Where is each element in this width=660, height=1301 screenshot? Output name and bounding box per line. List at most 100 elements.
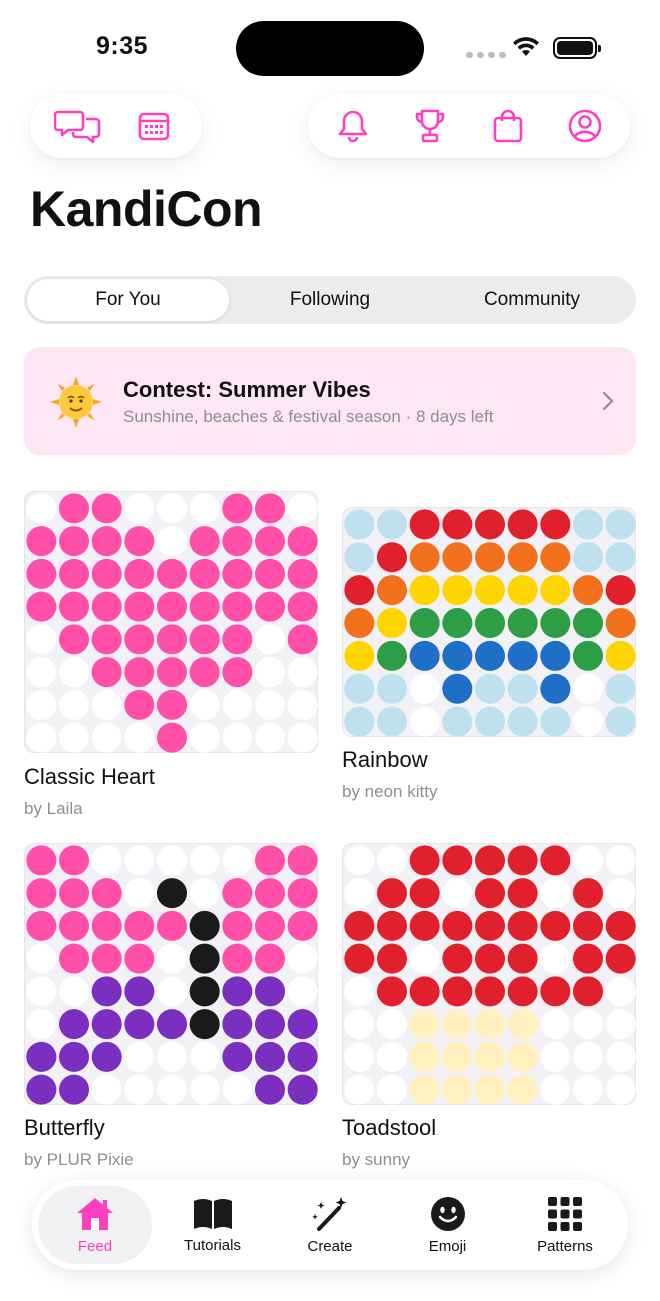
pattern-preview xyxy=(342,843,636,1105)
tab-create[interactable]: Create xyxy=(273,1186,387,1264)
shopping-bag-icon[interactable] xyxy=(482,100,534,152)
bead xyxy=(344,640,375,671)
calendar-icon[interactable] xyxy=(128,100,180,152)
contest-title: Contest: Summer Vibes xyxy=(123,377,371,402)
bead-grid xyxy=(26,845,318,1105)
bead xyxy=(26,943,57,974)
bead xyxy=(507,542,538,573)
tab-emoji[interactable]: Emoji xyxy=(391,1186,505,1264)
bead xyxy=(189,624,220,655)
bead xyxy=(572,509,604,540)
bead xyxy=(572,542,604,573)
bead xyxy=(344,878,375,909)
bead xyxy=(376,575,408,606)
pattern-card-toadstool[interactable]: Toadstool by sunny xyxy=(342,843,636,1173)
pattern-card-classic-heart[interactable]: Classic Heart by Laila xyxy=(24,491,318,821)
tab-for-you[interactable]: For You xyxy=(27,279,229,321)
bead xyxy=(189,1041,220,1072)
bead xyxy=(156,624,188,655)
pattern-card-butterfly[interactable]: Butterfly by PLUR Pixie xyxy=(24,843,318,1173)
bead xyxy=(540,910,571,941)
bead xyxy=(507,878,538,909)
trophy-icon[interactable] xyxy=(404,100,456,152)
bead xyxy=(222,526,253,557)
bead xyxy=(572,575,604,606)
bead xyxy=(124,689,155,720)
tab-label: Patterns xyxy=(537,1237,593,1255)
bead xyxy=(254,493,286,524)
bell-icon[interactable] xyxy=(327,100,379,152)
bead xyxy=(254,845,286,876)
pattern-preview xyxy=(24,491,318,753)
bead xyxy=(58,976,90,1007)
tab-community[interactable]: Community xyxy=(431,279,633,321)
bead xyxy=(409,509,440,540)
bead xyxy=(58,910,90,941)
bead xyxy=(409,640,440,671)
bead xyxy=(507,575,538,606)
bead xyxy=(605,1009,636,1040)
bead xyxy=(222,976,253,1007)
bead xyxy=(189,526,220,557)
bead xyxy=(254,910,286,941)
bead xyxy=(189,943,220,974)
tab-following[interactable]: Following xyxy=(229,279,431,321)
pattern-title: Classic Heart xyxy=(24,764,155,789)
bead xyxy=(91,657,122,688)
bead xyxy=(254,943,286,974)
bead xyxy=(222,689,253,720)
bead xyxy=(507,673,538,704)
bead xyxy=(376,706,408,737)
tab-patterns[interactable]: Patterns xyxy=(508,1186,622,1264)
bead xyxy=(344,943,375,974)
bead xyxy=(189,591,220,622)
bead xyxy=(540,673,571,704)
pattern-title: Rainbow xyxy=(342,747,428,772)
bead xyxy=(540,1074,571,1105)
bead xyxy=(605,640,636,671)
bead xyxy=(26,910,57,941)
profile-icon[interactable] xyxy=(559,100,611,152)
bead xyxy=(254,689,286,720)
bead xyxy=(222,1041,253,1072)
bead xyxy=(605,542,636,573)
bead xyxy=(124,624,155,655)
bead xyxy=(287,1041,318,1072)
bead xyxy=(605,845,636,876)
bead xyxy=(26,976,57,1007)
bead xyxy=(409,607,440,639)
bead xyxy=(287,1009,318,1040)
bead xyxy=(58,1041,90,1072)
bead xyxy=(124,493,155,524)
pattern-card-rainbow[interactable]: Rainbow by neon kitty xyxy=(342,507,636,807)
bead xyxy=(26,845,57,876)
book-icon xyxy=(193,1198,232,1229)
bead xyxy=(344,509,375,540)
tab-feed[interactable]: Feed xyxy=(38,1186,152,1264)
bead xyxy=(409,845,440,876)
bead xyxy=(442,976,473,1007)
bead xyxy=(605,1041,636,1072)
bead xyxy=(124,1074,155,1105)
bead xyxy=(254,1009,286,1040)
pattern-preview xyxy=(342,507,636,737)
status-time: 9:35 xyxy=(96,32,149,60)
bead xyxy=(442,673,473,704)
bead xyxy=(254,976,286,1007)
contest-banner[interactable]: Contest: Summer Vibes Sunshine, beaches … xyxy=(24,347,636,455)
bead xyxy=(442,1041,473,1072)
bead xyxy=(409,976,440,1007)
bead xyxy=(442,1074,473,1105)
bead xyxy=(409,1041,440,1072)
bead xyxy=(26,591,57,622)
bead xyxy=(91,878,122,909)
bead xyxy=(124,943,155,974)
tab-tutorials[interactable]: Tutorials xyxy=(156,1186,270,1264)
bead xyxy=(344,673,375,704)
bead xyxy=(540,1009,571,1040)
bead xyxy=(572,910,604,941)
bead xyxy=(605,910,636,941)
chat-icon[interactable] xyxy=(52,100,104,152)
bead xyxy=(156,493,188,524)
bead xyxy=(189,657,220,688)
